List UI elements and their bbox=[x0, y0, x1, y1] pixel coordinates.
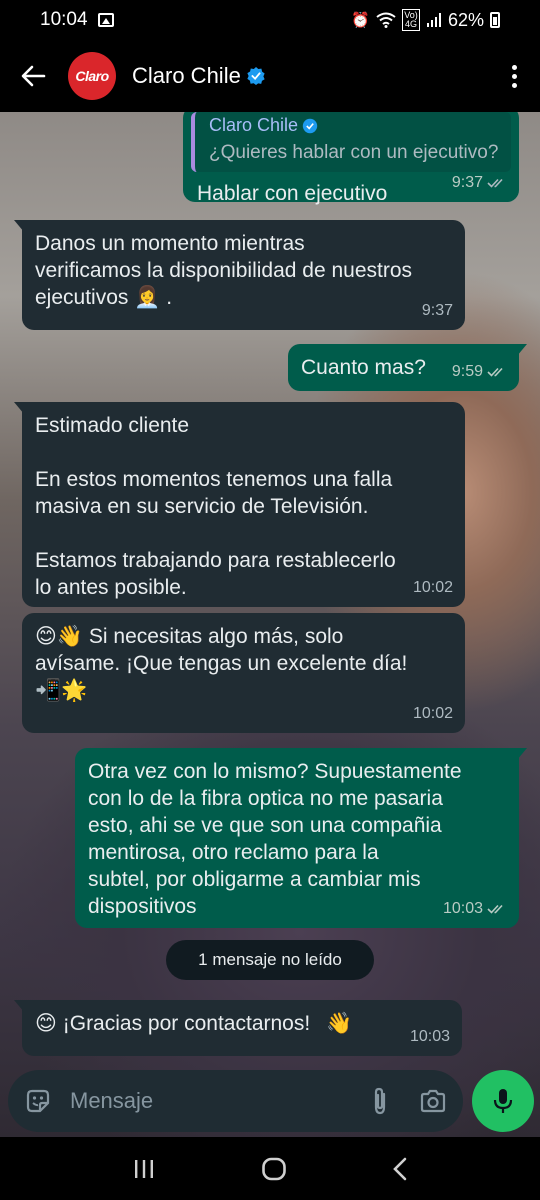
voice-message-button[interactable] bbox=[472, 1070, 534, 1132]
quoted-text: ¿Quieres hablar con un ejecutivo? bbox=[209, 142, 499, 163]
message-time: 10:02 bbox=[412, 705, 453, 722]
double-check-icon bbox=[487, 178, 503, 188]
quoted-sender-name: Claro Chile bbox=[209, 115, 299, 135]
message-text-line: 😊👋 Si necesitas algo más, solo bbox=[35, 623, 452, 650]
message-outgoing[interactable]: Claro Chile ¿Quieres hablar con un ejecu… bbox=[183, 112, 519, 205]
message-meta: 10:03 bbox=[410, 1023, 450, 1050]
more-options-icon[interactable] bbox=[504, 61, 524, 91]
message-time: 9:37 bbox=[421, 302, 453, 319]
message-text-line: avísame. ¡Que tengas un excelente día! bbox=[35, 652, 408, 675]
message-incoming[interactable]: 😊👋 Si necesitas algo más, solo avísame. … bbox=[22, 613, 465, 733]
system-navigation-bar bbox=[0, 1137, 540, 1200]
message-outgoing[interactable]: Otra vez con lo mismo? Supuestamente con… bbox=[75, 748, 527, 928]
status-time: 10:04 bbox=[40, 9, 88, 30]
message-meta: 9:37 bbox=[452, 169, 507, 196]
wifi-icon bbox=[376, 12, 396, 28]
contact-avatar[interactable]: Claro bbox=[68, 52, 116, 100]
sticker-icon[interactable] bbox=[24, 1087, 52, 1115]
message-meta: 10:02 bbox=[413, 700, 453, 727]
message-text-line: Estamos trabajando para restablecerlo bbox=[35, 549, 396, 572]
message-text-line: con lo de la fibra optica no me pasaria bbox=[88, 787, 443, 810]
smile-wave-emoji: 😊👋 bbox=[35, 624, 84, 648]
contact-name[interactable]: Claro Chile bbox=[132, 63, 241, 89]
message-meta: 10:03 bbox=[443, 895, 507, 922]
battery-percent: 62% bbox=[447, 9, 484, 30]
status-bar: 10:04 ⏰ Vo) 4G 62% bbox=[0, 0, 540, 40]
message-time: 10:02 bbox=[412, 579, 453, 596]
phone-star-emoji: 📲🌟 bbox=[35, 678, 88, 702]
quoted-message[interactable]: Claro Chile ¿Quieres hablar con un ejecu… bbox=[191, 112, 511, 172]
message-text: . bbox=[166, 286, 173, 309]
chat-header: Claro Claro Chile bbox=[0, 40, 540, 112]
message-text: Cuanto mas? bbox=[301, 356, 426, 379]
message-meta: 10:02 bbox=[413, 574, 453, 601]
chat-area[interactable]: Claro Chile ¿Quieres hablar con un ejecu… bbox=[0, 112, 540, 1137]
message-composer[interactable]: Mensaje bbox=[8, 1070, 463, 1132]
microphone-icon bbox=[493, 1089, 513, 1113]
message-meta: 9:37 bbox=[422, 297, 453, 324]
message-input[interactable]: Mensaje bbox=[70, 1088, 153, 1114]
message-text: ¡Gracias por contactarnos! bbox=[56, 1012, 311, 1035]
verified-badge-icon bbox=[247, 67, 265, 85]
gallery-notification-icon bbox=[97, 13, 114, 27]
recent-apps-icon[interactable] bbox=[132, 1158, 156, 1180]
verified-badge-icon bbox=[302, 118, 318, 133]
message-text: ejecutivos bbox=[35, 286, 129, 309]
message-incoming[interactable]: 😊 ¡Gracias por contactarnos! 👋 10:03 bbox=[14, 1000, 462, 1056]
message-text-line: verificamos la disponibilidad de nuestro… bbox=[35, 259, 413, 282]
double-check-icon bbox=[487, 904, 503, 914]
attach-icon[interactable] bbox=[369, 1086, 391, 1116]
message-text-line: Estimado cliente bbox=[35, 414, 190, 437]
office-worker-emoji: 👩‍💼 bbox=[134, 285, 161, 309]
unread-label: 1 mensaje no leído bbox=[198, 950, 342, 969]
unread-messages-indicator: 1 mensaje no leído bbox=[166, 940, 374, 980]
signal-icon bbox=[426, 13, 441, 27]
back-arrow-icon[interactable] bbox=[18, 61, 48, 91]
message-text-line: Danos un momento mientras bbox=[35, 232, 305, 255]
message-text-line: mentirosa, otro reclamo para la bbox=[88, 841, 379, 864]
message-outgoing[interactable]: Cuanto mas? 9:59 bbox=[288, 344, 527, 391]
message-text-line: masiva en su servicio de Televisión. bbox=[35, 495, 369, 518]
message-time: 9:37 bbox=[451, 174, 483, 191]
message-incoming[interactable]: Danos un momento mientras verificamos la… bbox=[14, 220, 465, 330]
nav-back-icon[interactable] bbox=[392, 1157, 408, 1181]
message-meta: 9:59 bbox=[452, 358, 507, 385]
home-icon[interactable] bbox=[261, 1156, 287, 1182]
message-text-line: ejecutivos 👩‍💼 . bbox=[35, 284, 452, 311]
message-text-line: Otra vez con lo mismo? Supuestamente bbox=[88, 760, 462, 783]
network-type-label: Vo) 4G bbox=[401, 9, 420, 31]
battery-icon bbox=[490, 12, 500, 28]
alarm-icon: ⏰ bbox=[351, 12, 370, 29]
message-time: 10:03 bbox=[442, 900, 483, 917]
camera-icon[interactable] bbox=[419, 1089, 447, 1113]
smile-emoji: 😊 bbox=[35, 1011, 57, 1035]
double-check-icon bbox=[487, 367, 503, 377]
quoted-sender: Claro Chile bbox=[209, 112, 501, 139]
message-incoming[interactable]: Estimado cliente En estos momentos tenem… bbox=[14, 402, 465, 607]
message-text: Si necesitas algo más, solo bbox=[83, 625, 344, 648]
avatar-logo-text: Claro bbox=[75, 68, 109, 84]
message-text-line: esto, ahi se ve que son una compañia bbox=[88, 814, 442, 837]
message-time: 10:03 bbox=[409, 1028, 450, 1045]
message-text-line: subtel, por obligarme a cambiar mis bbox=[88, 868, 421, 891]
message-time: 9:59 bbox=[451, 363, 483, 380]
wave-emoji: 👋 bbox=[326, 1011, 353, 1035]
message-text-line: En estos momentos tenemos una falla bbox=[35, 468, 393, 491]
status-indicators: ⏰ Vo) 4G 62% bbox=[351, 9, 500, 31]
message-text-line: lo antes posible. bbox=[35, 576, 187, 599]
